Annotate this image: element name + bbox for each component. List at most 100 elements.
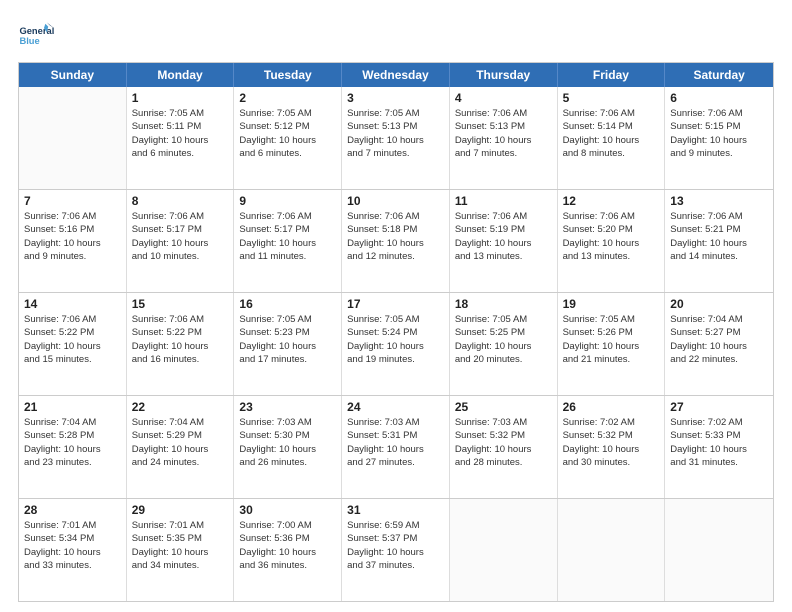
day-info: Sunrise: 7:06 AM Sunset: 5:16 PM Dayligh… — [24, 210, 121, 263]
calendar-day-14: 14 Sunrise: 7:06 AM Sunset: 5:22 PM Dayli… — [19, 293, 127, 395]
calendar-day-21: 21 Sunrise: 7:04 AM Sunset: 5:28 PM Dayli… — [19, 396, 127, 498]
weekday-header-sunday: Sunday — [19, 63, 127, 87]
day-number: 13 — [670, 194, 768, 208]
day-number: 11 — [455, 194, 552, 208]
weekday-header-tuesday: Tuesday — [234, 63, 342, 87]
day-number: 26 — [563, 400, 660, 414]
day-number: 9 — [239, 194, 336, 208]
day-number: 23 — [239, 400, 336, 414]
calendar-day-4: 4 Sunrise: 7:06 AM Sunset: 5:13 PM Daylig… — [450, 87, 558, 189]
day-info: Sunrise: 7:04 AM Sunset: 5:28 PM Dayligh… — [24, 416, 121, 469]
day-info: Sunrise: 7:06 AM Sunset: 5:18 PM Dayligh… — [347, 210, 444, 263]
day-info: Sunrise: 7:06 AM Sunset: 5:17 PM Dayligh… — [239, 210, 336, 263]
calendar-day-27: 27 Sunrise: 7:02 AM Sunset: 5:33 PM Dayli… — [665, 396, 773, 498]
day-number: 19 — [563, 297, 660, 311]
calendar-day-3: 3 Sunrise: 7:05 AM Sunset: 5:13 PM Daylig… — [342, 87, 450, 189]
calendar-day-9: 9 Sunrise: 7:06 AM Sunset: 5:17 PM Daylig… — [234, 190, 342, 292]
day-number: 3 — [347, 91, 444, 105]
day-number: 28 — [24, 503, 121, 517]
calendar-day-2: 2 Sunrise: 7:05 AM Sunset: 5:12 PM Daylig… — [234, 87, 342, 189]
header: General Blue — [18, 18, 774, 54]
weekday-header-monday: Monday — [127, 63, 235, 87]
day-number: 7 — [24, 194, 121, 208]
calendar-day-1: 1 Sunrise: 7:05 AM Sunset: 5:11 PM Daylig… — [127, 87, 235, 189]
day-info: Sunrise: 7:05 AM Sunset: 5:25 PM Dayligh… — [455, 313, 552, 366]
calendar-row-3: 14 Sunrise: 7:06 AM Sunset: 5:22 PM Dayli… — [19, 292, 773, 395]
calendar-day-24: 24 Sunrise: 7:03 AM Sunset: 5:31 PM Dayli… — [342, 396, 450, 498]
day-info: Sunrise: 6:59 AM Sunset: 5:37 PM Dayligh… — [347, 519, 444, 572]
day-number: 16 — [239, 297, 336, 311]
day-info: Sunrise: 7:05 AM Sunset: 5:24 PM Dayligh… — [347, 313, 444, 366]
day-info: Sunrise: 7:05 AM Sunset: 5:13 PM Dayligh… — [347, 107, 444, 160]
day-number: 4 — [455, 91, 552, 105]
day-info: Sunrise: 7:06 AM Sunset: 5:20 PM Dayligh… — [563, 210, 660, 263]
calendar-day-11: 11 Sunrise: 7:06 AM Sunset: 5:19 PM Dayli… — [450, 190, 558, 292]
day-number: 10 — [347, 194, 444, 208]
day-number: 14 — [24, 297, 121, 311]
calendar-day-23: 23 Sunrise: 7:03 AM Sunset: 5:30 PM Dayli… — [234, 396, 342, 498]
day-number: 27 — [670, 400, 768, 414]
calendar-day-29: 29Sunrise: 7:01 AM Sunset: 5:35 PM Dayli… — [127, 499, 235, 601]
day-info: Sunrise: 7:06 AM Sunset: 5:15 PM Dayligh… — [670, 107, 768, 160]
calendar-day-12: 12Sunrise: 7:06 AM Sunset: 5:20 PM Dayli… — [558, 190, 666, 292]
day-info: Sunrise: 7:03 AM Sunset: 5:30 PM Dayligh… — [239, 416, 336, 469]
day-info: Sunrise: 7:03 AM Sunset: 5:31 PM Dayligh… — [347, 416, 444, 469]
calendar-day-26: 26Sunrise: 7:02 AM Sunset: 5:32 PM Dayli… — [558, 396, 666, 498]
day-number: 1 — [132, 91, 229, 105]
logo-icon: General Blue — [18, 18, 54, 54]
calendar-day-20: 20 Sunrise: 7:04 AM Sunset: 5:27 PM Dayli… — [665, 293, 773, 395]
day-info: Sunrise: 7:05 AM Sunset: 5:11 PM Dayligh… — [132, 107, 229, 160]
day-info: Sunrise: 7:06 AM Sunset: 5:22 PM Dayligh… — [132, 313, 229, 366]
calendar-header: SundayMondayTuesdayWednesdayThursdayFrid… — [19, 63, 773, 87]
day-info: Sunrise: 7:03 AM Sunset: 5:32 PM Dayligh… — [455, 416, 552, 469]
weekday-header-thursday: Thursday — [450, 63, 558, 87]
day-number: 21 — [24, 400, 121, 414]
svg-text:General: General — [19, 26, 54, 36]
day-number: 5 — [563, 91, 660, 105]
calendar: SundayMondayTuesdayWednesdayThursdayFrid… — [18, 62, 774, 602]
day-number: 2 — [239, 91, 336, 105]
weekday-header-saturday: Saturday — [665, 63, 773, 87]
day-number: 25 — [455, 400, 552, 414]
day-info: Sunrise: 7:05 AM Sunset: 5:26 PM Dayligh… — [563, 313, 660, 366]
calendar-day-17: 17Sunrise: 7:05 AM Sunset: 5:24 PM Dayli… — [342, 293, 450, 395]
day-number: 18 — [455, 297, 552, 311]
calendar-cell-empty — [558, 499, 666, 601]
calendar-cell-empty — [665, 499, 773, 601]
svg-text:Blue: Blue — [19, 36, 39, 46]
day-info: Sunrise: 7:05 AM Sunset: 5:12 PM Dayligh… — [239, 107, 336, 160]
day-info: Sunrise: 7:05 AM Sunset: 5:23 PM Dayligh… — [239, 313, 336, 366]
weekday-header-friday: Friday — [558, 63, 666, 87]
day-info: Sunrise: 7:06 AM Sunset: 5:19 PM Dayligh… — [455, 210, 552, 263]
calendar-day-28: 28 Sunrise: 7:01 AM Sunset: 5:34 PM Dayli… — [19, 499, 127, 601]
day-info: Sunrise: 7:01 AM Sunset: 5:34 PM Dayligh… — [24, 519, 121, 572]
calendar-day-5: 5 Sunrise: 7:06 AM Sunset: 5:14 PM Daylig… — [558, 87, 666, 189]
calendar-day-16: 16 Sunrise: 7:05 AM Sunset: 5:23 PM Dayli… — [234, 293, 342, 395]
day-info: Sunrise: 7:06 AM Sunset: 5:22 PM Dayligh… — [24, 313, 121, 366]
calendar-row-1: 1 Sunrise: 7:05 AM Sunset: 5:11 PM Daylig… — [19, 87, 773, 189]
day-info: Sunrise: 7:04 AM Sunset: 5:29 PM Dayligh… — [132, 416, 229, 469]
calendar-day-13: 13Sunrise: 7:06 AM Sunset: 5:21 PM Dayli… — [665, 190, 773, 292]
calendar-day-25: 25 Sunrise: 7:03 AM Sunset: 5:32 PM Dayli… — [450, 396, 558, 498]
day-info: Sunrise: 7:06 AM Sunset: 5:14 PM Dayligh… — [563, 107, 660, 160]
calendar-day-22: 22Sunrise: 7:04 AM Sunset: 5:29 PM Dayli… — [127, 396, 235, 498]
day-number: 30 — [239, 503, 336, 517]
day-info: Sunrise: 7:01 AM Sunset: 5:35 PM Dayligh… — [132, 519, 229, 572]
calendar-day-15: 15Sunrise: 7:06 AM Sunset: 5:22 PM Dayli… — [127, 293, 235, 395]
calendar-day-8: 8 Sunrise: 7:06 AM Sunset: 5:17 PM Daylig… — [127, 190, 235, 292]
day-info: Sunrise: 7:02 AM Sunset: 5:33 PM Dayligh… — [670, 416, 768, 469]
day-number: 6 — [670, 91, 768, 105]
day-number: 20 — [670, 297, 768, 311]
weekday-header-wednesday: Wednesday — [342, 63, 450, 87]
calendar-cell-empty — [19, 87, 127, 189]
logo: General Blue — [18, 18, 54, 54]
day-number: 8 — [132, 194, 229, 208]
day-number: 24 — [347, 400, 444, 414]
day-info: Sunrise: 7:06 AM Sunset: 5:13 PM Dayligh… — [455, 107, 552, 160]
day-number: 31 — [347, 503, 444, 517]
calendar-day-18: 18 Sunrise: 7:05 AM Sunset: 5:25 PM Dayli… — [450, 293, 558, 395]
day-info: Sunrise: 7:06 AM Sunset: 5:17 PM Dayligh… — [132, 210, 229, 263]
day-info: Sunrise: 7:04 AM Sunset: 5:27 PM Dayligh… — [670, 313, 768, 366]
calendar-row-5: 28 Sunrise: 7:01 AM Sunset: 5:34 PM Dayli… — [19, 498, 773, 601]
day-info: Sunrise: 7:00 AM Sunset: 5:36 PM Dayligh… — [239, 519, 336, 572]
